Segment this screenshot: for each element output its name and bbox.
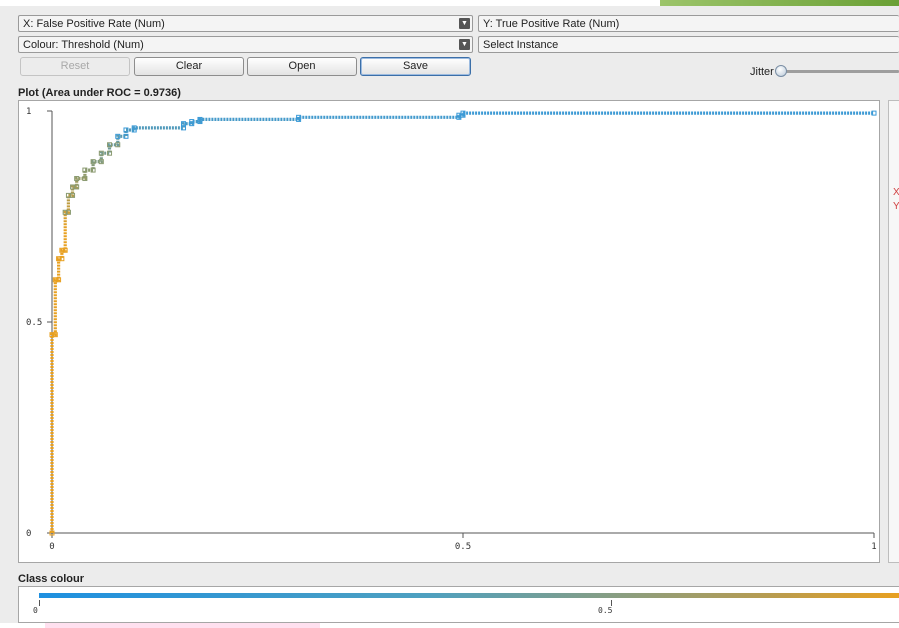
class-colour-title: Class colour: [18, 573, 85, 585]
plot-title: Plot (Area under ROC = 0.9736): [18, 87, 181, 99]
roc-curve: [50, 111, 874, 533]
x-axis-select[interactable]: X: False Positive Rate (Num) ▼: [18, 15, 473, 32]
roc-plot-area[interactable]: 0 0.5 1 0 0.5 1: [18, 100, 880, 563]
y-tick-label: 1: [26, 107, 31, 117]
open-button[interactable]: Open: [247, 57, 357, 76]
y-axis-select-label: Y: True Positive Rate (Num): [483, 17, 620, 30]
colour-select-label: Colour: Threshold (Num): [23, 38, 144, 51]
side-legend-panel: [888, 100, 899, 563]
colourbar-label-0.5: 0.5: [598, 606, 613, 615]
colour-select[interactable]: Colour: Threshold (Num) ▼: [18, 36, 473, 53]
x-tick-label: 0.5: [455, 542, 471, 552]
x-tick-label: 0: [49, 542, 54, 552]
jitter-label: Jitter: [750, 66, 774, 78]
y-tick-label: 0.5: [26, 318, 42, 328]
roc-chart: 0 0.5 1 0 0.5 1: [26, 107, 877, 552]
colourbar-tick: [39, 600, 40, 606]
bottom-strip: [0, 623, 899, 628]
x-axis-select-label: X: False Positive Rate (Num): [23, 17, 165, 30]
save-button[interactable]: Save: [360, 57, 471, 76]
class-colour-panel: 0 0.5: [18, 586, 899, 623]
side-x-marker: X: [893, 187, 899, 198]
clear-button[interactable]: Clear: [134, 57, 244, 76]
jitter-slider[interactable]: [780, 70, 899, 73]
class-colour-gradient: [39, 593, 899, 598]
x-tick-label: 1: [871, 542, 876, 552]
colourbar-label-0: 0: [33, 606, 38, 615]
top-strip: [0, 0, 899, 6]
dropdown-arrow-icon[interactable]: ▼: [459, 18, 470, 29]
window-decoration: [660, 0, 899, 6]
select-instance-select[interactable]: Select Instance: [478, 36, 899, 53]
y-axis-select[interactable]: Y: True Positive Rate (Num): [478, 15, 899, 32]
bottom-decoration: [45, 623, 320, 628]
side-y-marker: Y: [893, 201, 899, 212]
select-instance-label: Select Instance: [483, 38, 559, 51]
reset-button[interactable]: Reset: [20, 57, 130, 76]
y-tick-label: 0: [26, 529, 31, 539]
jitter-slider-thumb[interactable]: [775, 65, 787, 77]
dropdown-arrow-icon[interactable]: ▼: [459, 39, 470, 50]
